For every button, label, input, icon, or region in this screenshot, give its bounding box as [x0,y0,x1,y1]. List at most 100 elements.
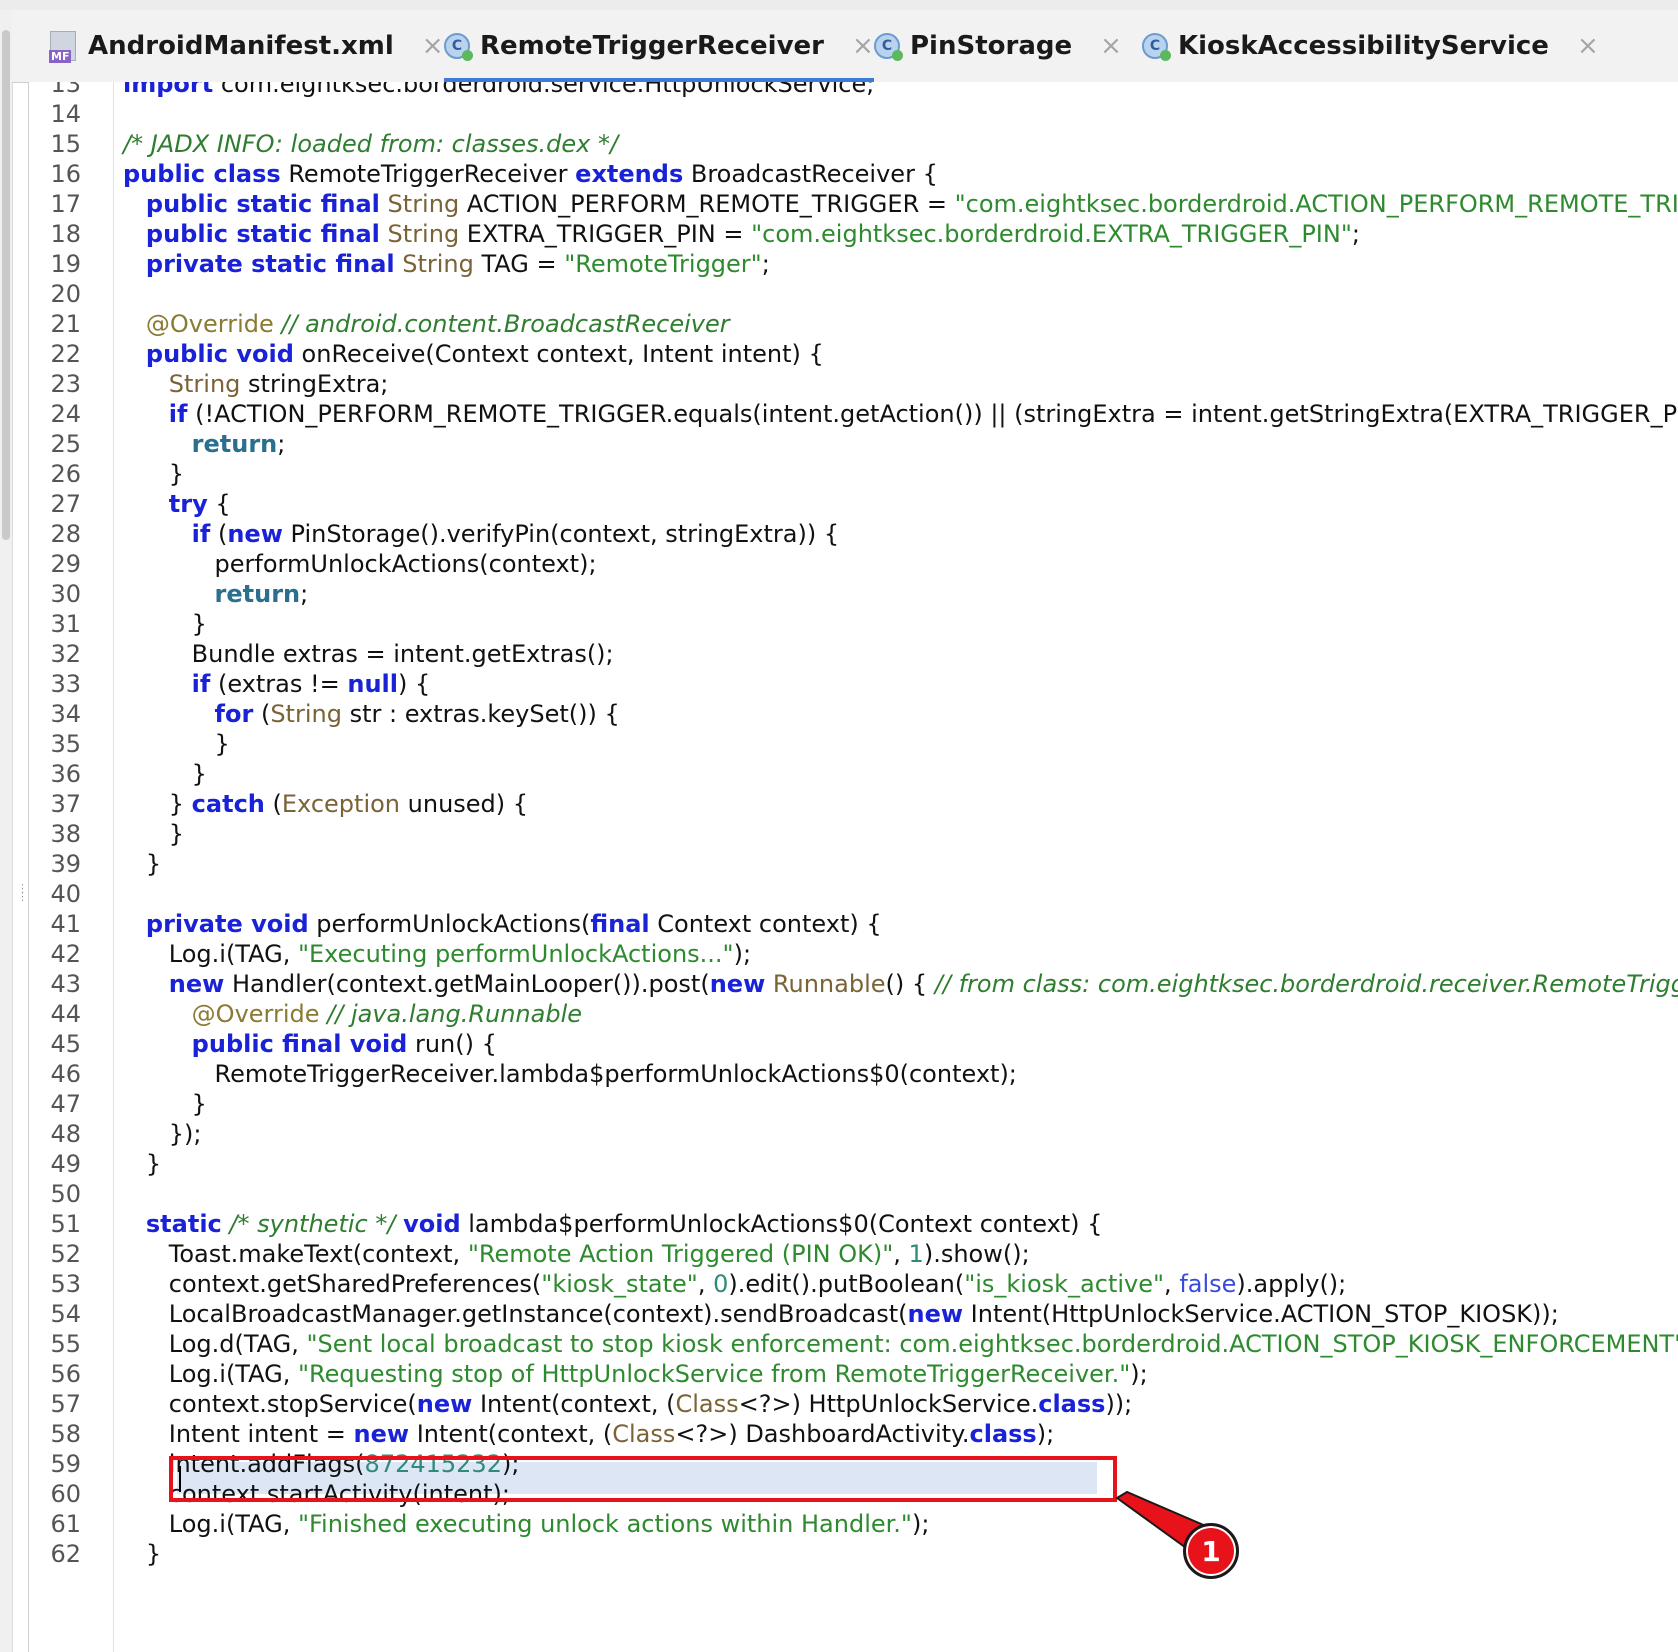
code-line[interactable]: 43 new Handler(context.getMainLooper()).… [29,968,1678,1000]
tab-remotetriggerreceiver[interactable]: C RemoteTriggerReceiver × [444,10,874,83]
code-line[interactable]: 47 } [29,1088,1678,1120]
code-line[interactable]: 55 Log.d(TAG, "Sent local broadcast to s… [29,1328,1678,1360]
code-line[interactable]: 23 String stringExtra; [29,368,1678,400]
code-text: static /* synthetic */ void lambda$perfo… [123,1208,1103,1240]
close-icon[interactable]: × [1100,31,1122,61]
code-line[interactable]: 36 } [29,758,1678,790]
code-token: null [347,670,398,698]
code-text: try { [123,488,231,520]
code-line[interactable]: 32 Bundle extras = intent.getExtras(); [29,638,1678,670]
code-line[interactable]: 30 return; [29,578,1678,610]
code-line[interactable]: 25 return; [29,428,1678,460]
code-token: return [214,580,301,608]
code-line[interactable]: 17 public static final String ACTION_PER… [29,188,1678,220]
code-text: public static final String EXTRA_TRIGGER… [123,218,1360,250]
code-token: static [145,1210,222,1238]
code-line[interactable]: 21 @Override // android.content.Broadcas… [29,308,1678,340]
code-line[interactable]: 42 Log.i(TAG, "Executing performUnlockAc… [29,938,1678,970]
code-line[interactable]: 22 public void onReceive(Context context… [29,338,1678,370]
code-token: new [416,1390,473,1418]
code-line[interactable]: 37 } catch (Exception unused) { [29,788,1678,820]
code-line[interactable]: 28 if (new PinStorage().verifyPin(contex… [29,518,1678,550]
code-line[interactable]: 14 [29,98,1678,130]
code-text: return; [123,578,309,610]
code-line[interactable]: 20 [29,278,1678,310]
code-text: if (!ACTION_PERFORM_REMOTE_TRIGGER.equal… [123,398,1678,430]
code-line[interactable]: 51 static /* synthetic */ void lambda$pe… [29,1208,1678,1240]
code-token: )); [1105,1390,1133,1418]
tab-pinstorage[interactable]: C PinStorage × [874,10,1122,82]
side-panel-scrollbar[interactable] [2,30,10,540]
code-token: lambda$performUnlockActions$0(Context co… [460,1210,1103,1238]
code-line[interactable]: 56 Log.i(TAG, "Requesting stop of HttpUn… [29,1358,1678,1390]
code-line[interactable]: 48 }); [29,1118,1678,1150]
code-text: @Override // java.lang.Runnable [123,998,582,1030]
code-line[interactable]: 27 try { [29,488,1678,520]
code-line[interactable]: 38 } [29,818,1678,850]
editor-tab-bar: MF AndroidManifest.xml × C RemoteTrigger… [12,10,1678,83]
code-token: , [697,1270,714,1298]
code-line[interactable]: 53 context.getSharedPreferences("kiosk_s… [29,1268,1678,1300]
code-editor[interactable]: 13 import com.eightksec.borderdroid.servi… [28,82,1678,1652]
code-line[interactable]: 35 } [29,728,1678,760]
tab-kioskaccessibilityservice[interactable]: C KioskAccessibilityService × [1142,10,1599,82]
code-token: Intent intent = [123,1420,354,1448]
code-line[interactable]: 40 [29,878,1678,910]
code-token: stringExtra; [240,370,389,398]
code-line[interactable]: 50 [29,1178,1678,1210]
tab-label: KioskAccessibilityService [1178,31,1549,61]
line-number: 28 [50,520,81,548]
code-token: ).show(); [923,1240,1030,1268]
code-line[interactable]: 34 for (String str : extras.keySet()) { [29,698,1678,730]
code-line[interactable]: 18 public static final String EXTRA_TRIG… [29,218,1678,250]
code-token: unused) { [400,790,529,818]
code-line[interactable]: 15 /* JADX INFO: loaded from: classes.dex… [29,128,1678,160]
code-text: Log.d(TAG, "Sent local broadcast to stop… [123,1328,1678,1360]
code-line[interactable]: 41 private void performUnlockActions(fin… [29,908,1678,940]
code-token: @Override [191,1000,320,1028]
code-token: str : extras.keySet()) { [341,700,620,728]
code-line[interactable]: 61 Log.i(TAG, "Finished executing unlock… [29,1508,1678,1540]
line-number: 53 [50,1270,81,1298]
code-token: Intent(HttpUnlockService.ACTION_STOP_KIO… [963,1300,1559,1328]
code-line[interactable]: 62 } [29,1538,1678,1570]
code-line[interactable]: 31 } [29,608,1678,640]
close-icon[interactable]: × [852,31,874,61]
line-number: 36 [50,760,81,788]
code-line[interactable]: 54 LocalBroadcastManager.getInstance(con… [29,1298,1678,1330]
code-line[interactable]: 44 @Override // java.lang.Runnable [29,998,1678,1030]
code-line[interactable]: 52 Toast.makeText(context, "Remote Actio… [29,1238,1678,1270]
code-text: } [123,728,230,760]
code-line[interactable]: 57 context.stopService(new Intent(contex… [29,1388,1678,1420]
code-line[interactable]: 49 } [29,1148,1678,1180]
code-token: final [590,910,650,938]
tab-androidmanifest[interactable]: MF AndroidManifest.xml × [49,10,444,82]
code-text: @Override // android.content.BroadcastRe… [123,308,730,340]
code-line[interactable]: 45 public final void run() { [29,1028,1678,1060]
code-line[interactable]: 29 performUnlockActions(context); [29,548,1678,580]
annotation-highlight-box [169,1456,1117,1502]
code-text: }); [123,1118,202,1150]
line-number: 40 [50,880,81,908]
line-number: 44 [50,1000,81,1028]
code-line[interactable]: 16 public class RemoteTriggerReceiver ext… [29,158,1678,190]
close-icon[interactable]: × [422,31,444,61]
close-icon[interactable]: × [1577,31,1599,61]
line-number: 43 [50,970,81,998]
code-line[interactable]: 33 if (extras != null) { [29,668,1678,700]
line-number: 59 [50,1450,81,1478]
code-line[interactable]: 19 private static final String TAG = "Re… [29,248,1678,280]
code-line[interactable]: 58 Intent intent = new Intent(context, (… [29,1418,1678,1450]
left-side-panel-strip [0,10,13,1652]
code-line[interactable]: 24 if (!ACTION_PERFORM_REMOTE_TRIGGER.eq… [29,398,1678,430]
code-token: String [387,220,460,248]
panel-resize-grip-icon[interactable]: ⋮ ⋮ [17,883,28,919]
code-line[interactable]: 46 RemoteTriggerReceiver.lambda$performU… [29,1058,1678,1090]
code-line[interactable]: 26 } [29,458,1678,490]
code-line[interactable]: 39 } [29,848,1678,880]
